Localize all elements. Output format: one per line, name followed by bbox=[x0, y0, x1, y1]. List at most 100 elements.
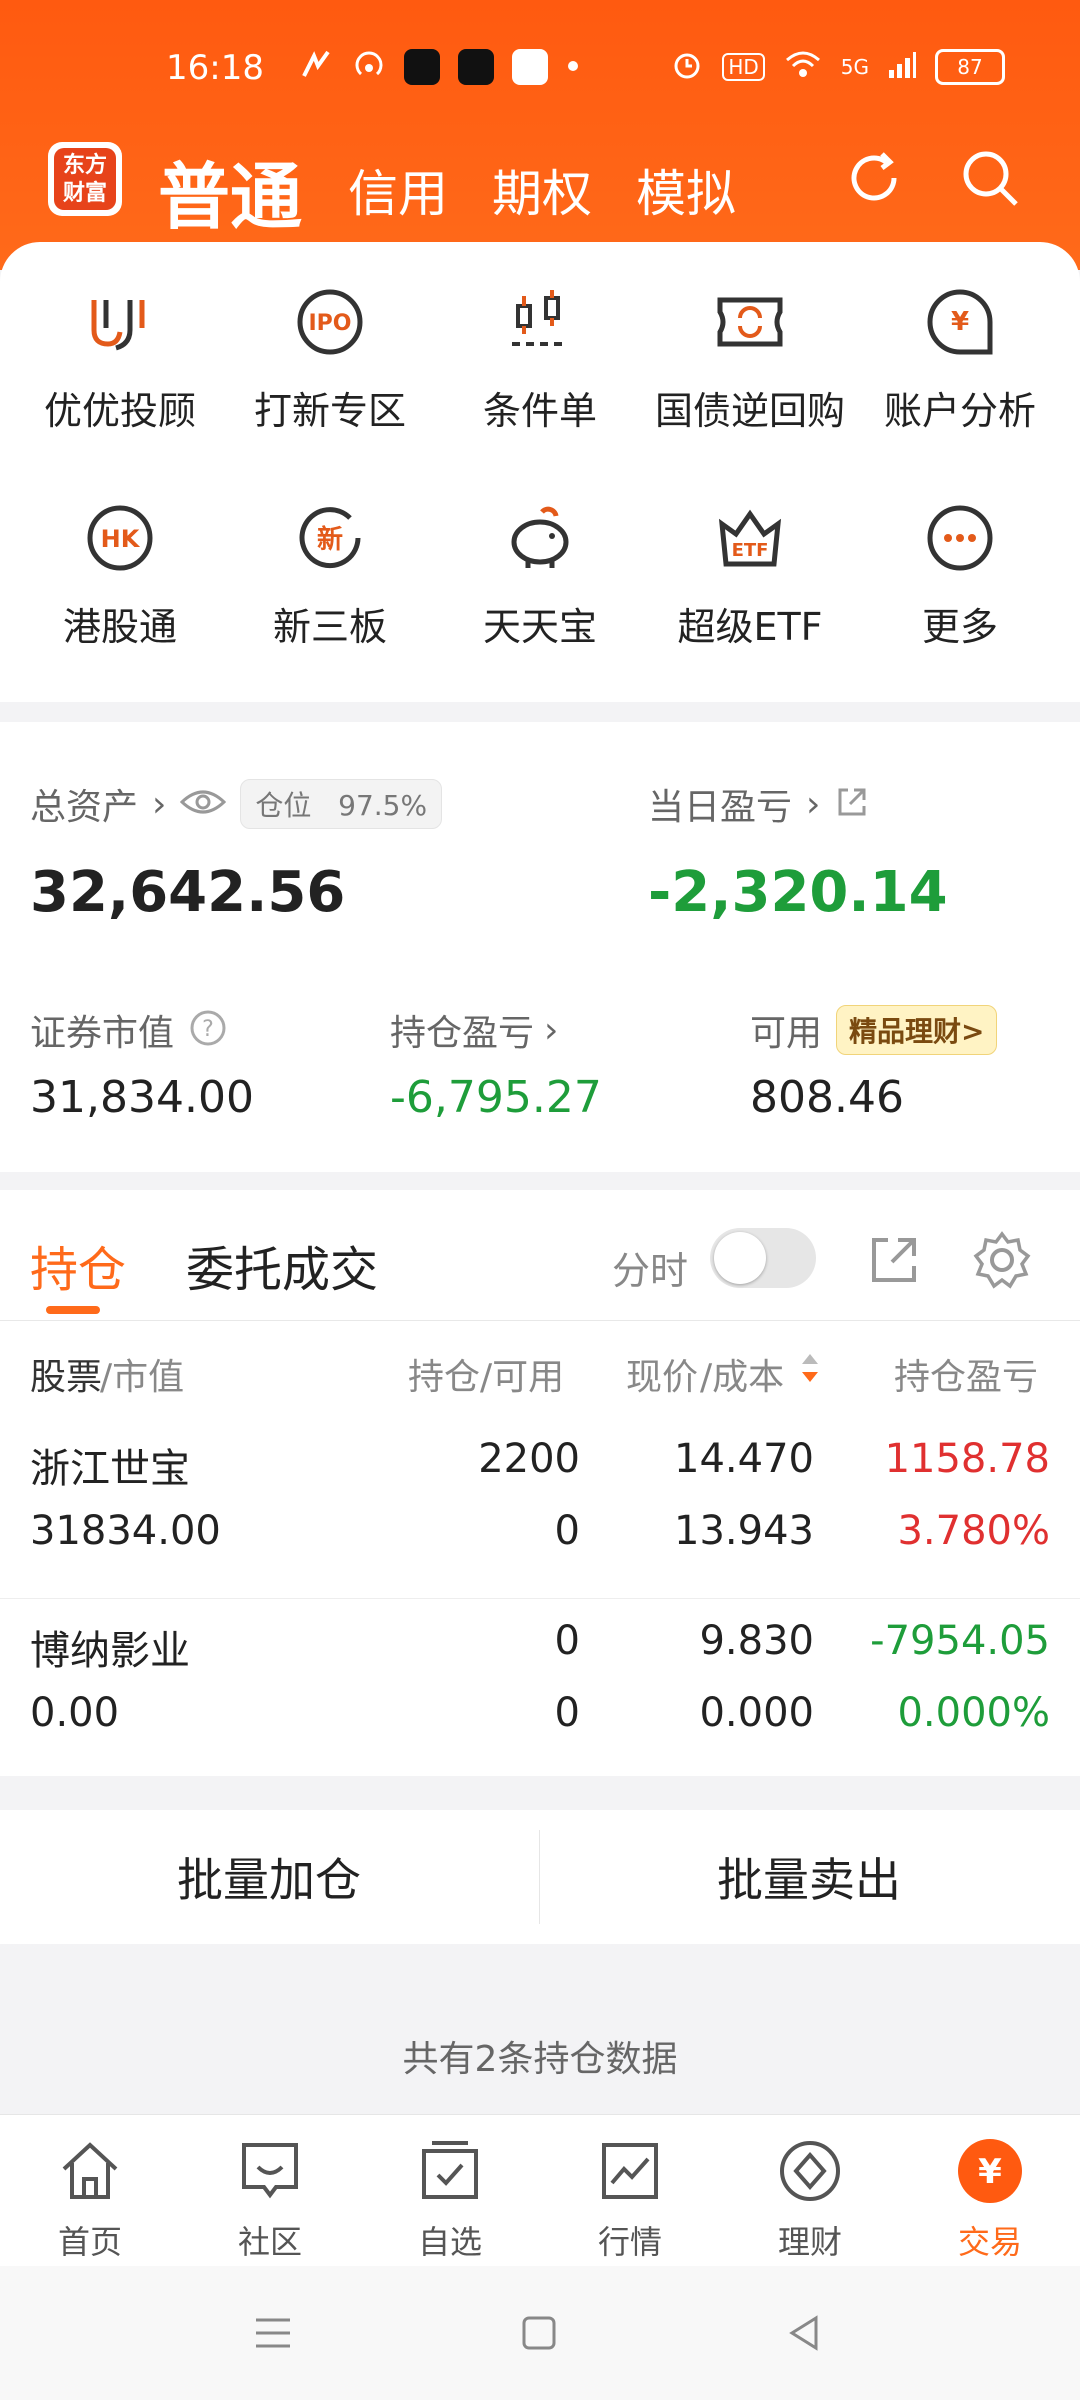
alarm-icon bbox=[670, 48, 704, 86]
svg-text:新: 新 bbox=[317, 524, 343, 555]
reverse-repo-icon bbox=[717, 297, 783, 347]
status-bar: 16:18 HD 5G 87 bbox=[0, 40, 1080, 100]
active-tab-indicator bbox=[46, 1306, 100, 1314]
trade-icon: ¥ bbox=[958, 2139, 1022, 2203]
quick-label: 打新专区 bbox=[253, 389, 406, 433]
holding-pnl-label[interactable]: 持仓盈亏 bbox=[390, 1004, 534, 1056]
row-divider bbox=[0, 1598, 1080, 1599]
battery-icon: 87 bbox=[935, 49, 1005, 85]
nav-market[interactable]: 行情 bbox=[570, 2137, 690, 2263]
quick-item-more[interactable]: 更多 bbox=[860, 498, 1060, 651]
tab-credit[interactable]: 信用 bbox=[348, 154, 448, 226]
nav-label: 自选 bbox=[417, 2223, 482, 2261]
nav-label: 社区 bbox=[237, 2223, 302, 2261]
back-icon[interactable] bbox=[782, 2310, 828, 2360]
stock-price: 14.470 bbox=[674, 1436, 814, 1482]
account-type-nav: 东方 财富 普通 信用 期权 模拟 bbox=[0, 132, 1080, 238]
tiktok-app-icon bbox=[458, 49, 494, 85]
quick-item-analysis[interactable]: ¥ 账户分析 bbox=[860, 282, 1060, 435]
account-analysis-icon: ¥ bbox=[927, 289, 993, 355]
mail-app-icon bbox=[404, 49, 440, 85]
hd-icon: HD bbox=[722, 53, 765, 81]
quick-item-ipo[interactable]: IPO 打新专区 bbox=[230, 282, 430, 435]
position-badge: 仓位 97.5% bbox=[240, 779, 443, 829]
quick-label: 超级ETF bbox=[677, 605, 823, 649]
nav-label: 首页 bbox=[57, 2223, 122, 2261]
quick-item-neeq[interactable]: 新 新三板 bbox=[230, 498, 430, 651]
share-icon[interactable] bbox=[834, 784, 870, 824]
quick-label: 账户分析 bbox=[883, 389, 1036, 433]
asset-summary: 总资产 › 仓位 97.5% 32,642.56 当日盈亏 › -2,320.1… bbox=[0, 722, 1080, 1172]
position-value: 97.5% bbox=[338, 789, 428, 822]
quick-label: 更多 bbox=[921, 605, 998, 649]
header: 16:18 HD 5G 87 东方 财富 普通 信用 期权 模拟 bbox=[0, 0, 1080, 270]
quick-label: 港股通 bbox=[62, 605, 177, 649]
search-icon[interactable] bbox=[958, 146, 1022, 210]
gear-icon[interactable] bbox=[972, 1230, 1032, 1294]
uu-advisor-icon bbox=[91, 300, 145, 351]
chevron-right-icon: › bbox=[152, 783, 167, 825]
nav-trade[interactable]: ¥ 交易 bbox=[930, 2137, 1050, 2263]
sort-icon[interactable] bbox=[800, 1350, 820, 1390]
batch-sell-button[interactable]: 批量卖出 bbox=[540, 1810, 1078, 1944]
refresh-icon[interactable] bbox=[842, 146, 906, 210]
market-value: 31,834.00 bbox=[30, 1072, 254, 1123]
table-row[interactable]: 博纳影业 0.00 0 0 9.830 0.000 -7954.05 0.000… bbox=[0, 1600, 1080, 1780]
ipo-icon: IPO bbox=[297, 289, 363, 355]
tab-normal[interactable]: 普通 bbox=[158, 138, 302, 243]
stock-holding: 0 bbox=[554, 1618, 580, 1664]
stock-pnl-pct: 3.780% bbox=[897, 1508, 1050, 1554]
nav-watchlist[interactable]: 自选 bbox=[390, 2137, 510, 2263]
quick-item-advisor[interactable]: 优优投顾 bbox=[20, 282, 220, 435]
quick-item-etf[interactable]: ETF 超级ETF bbox=[650, 498, 850, 651]
holding-pnl-value: -6,795.27 bbox=[390, 1072, 602, 1123]
batch-actions: 批量加仓 批量卖出 bbox=[0, 1810, 1080, 1944]
bottom-nav: 首页 社区 自选 行情 理财 ¥ 交易 bbox=[0, 2114, 1080, 2267]
timeshare-label: 分时 bbox=[612, 1249, 689, 1293]
more-icon bbox=[927, 505, 993, 571]
nav-home[interactable]: 首页 bbox=[30, 2137, 150, 2263]
batch-add-button[interactable]: 批量加仓 bbox=[0, 1810, 538, 1944]
col-stock-sub: /市值 bbox=[100, 1357, 185, 1398]
menu-icon[interactable] bbox=[250, 2310, 296, 2360]
timeshare-toggle[interactable] bbox=[710, 1228, 816, 1288]
status-time: 16:18 bbox=[166, 48, 264, 88]
tab-options[interactable]: 期权 bbox=[492, 154, 592, 226]
tab-holdings[interactable]: 持仓 bbox=[30, 1230, 126, 1300]
etf-icon: ETF bbox=[718, 509, 782, 567]
help-icon[interactable]: ? bbox=[188, 1008, 228, 1052]
col-price[interactable]: 现价 bbox=[626, 1348, 698, 1400]
quick-item-piggy[interactable]: 天天宝 bbox=[440, 498, 640, 651]
watchlist-icon bbox=[422, 2141, 478, 2199]
cellular-icon bbox=[887, 50, 917, 84]
trading-page: 16:18 HD 5G 87 东方 财富 普通 信用 期权 模拟 优优投顾 IP… bbox=[0, 0, 1080, 2400]
table-row[interactable]: 浙江世宝 31834.00 2200 0 14.470 13.943 1158.… bbox=[0, 1418, 1080, 1598]
home-square-icon[interactable] bbox=[516, 2310, 562, 2360]
holdings-count: 共有2条持仓数据 bbox=[402, 2039, 678, 2080]
daily-pnl-label[interactable]: 当日盈亏 bbox=[648, 778, 792, 830]
tab-simulation[interactable]: 模拟 bbox=[636, 154, 736, 226]
system-nav-bar bbox=[0, 2266, 1080, 2400]
quick-label: 天天宝 bbox=[482, 605, 597, 649]
total-assets-label[interactable]: 总资产 bbox=[30, 778, 138, 830]
holdings-header: 股票 /市值 持仓/可用 现价 /成本 持仓盈亏 bbox=[0, 1320, 1080, 1420]
hotspot-icon bbox=[352, 48, 386, 86]
quick-item-condition[interactable]: 条件单 bbox=[440, 282, 640, 435]
eye-icon[interactable] bbox=[180, 787, 227, 821]
quick-item-hk[interactable]: HK 港股通 bbox=[20, 498, 220, 651]
tab-orders[interactable]: 委托成交 bbox=[186, 1230, 378, 1300]
neeq-icon: 新 bbox=[299, 507, 361, 569]
chevron-right-icon: › bbox=[806, 783, 821, 825]
holdings-tabs: 持仓 委托成交 分时 bbox=[0, 1190, 1080, 1321]
toggle-knob bbox=[714, 1232, 766, 1284]
col-price-sub[interactable]: /成本 bbox=[700, 1348, 784, 1400]
app-logo: 东方 财富 bbox=[48, 142, 122, 216]
nav-community[interactable]: 社区 bbox=[210, 2137, 330, 2263]
quick-item-repo[interactable]: 国债逆回购 bbox=[650, 282, 850, 435]
stock-pnl-pct: 0.000% bbox=[897, 1690, 1050, 1736]
diamond-icon bbox=[780, 2141, 840, 2201]
wealth-badge[interactable]: 精品理财> bbox=[836, 1005, 998, 1055]
nav-wealth[interactable]: 理财 bbox=[750, 2137, 870, 2263]
share-icon[interactable] bbox=[866, 1232, 922, 1292]
svg-text:ETF: ETF bbox=[732, 540, 769, 561]
